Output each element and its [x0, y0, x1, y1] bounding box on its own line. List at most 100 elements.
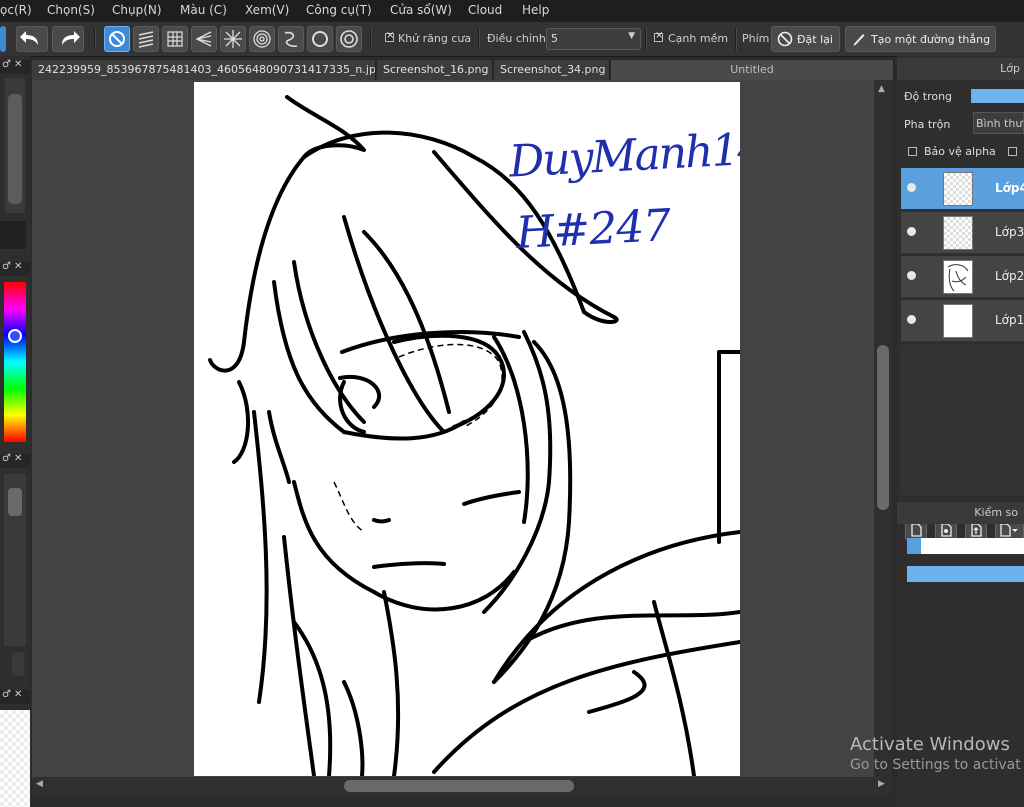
small-thumb[interactable] — [12, 652, 24, 676]
menu-bar: ọc(R) Chọn(S) Chụp(N) Màu (C) Xem(V) Côn… — [0, 0, 1024, 23]
protect-alpha-label: Bảo vệ alpha — [924, 145, 996, 158]
adjust-value: 5 — [551, 32, 558, 45]
menu-view[interactable]: Xem(V) — [245, 3, 289, 17]
circle-icon — [312, 31, 328, 47]
tab-document[interactable]: 242239959_853967875481403_46056480907314… — [32, 60, 376, 80]
layer-name: Lớp3 — [995, 225, 1024, 239]
menu-select[interactable]: Chọn(S) — [47, 3, 95, 17]
snap-parallel-button[interactable] — [133, 26, 159, 52]
undo-button[interactable] — [16, 26, 48, 52]
close-icon[interactable]: ✕ — [14, 261, 22, 272]
snap-off-button[interactable] — [104, 26, 130, 52]
soft-edge-checkbox[interactable] — [654, 30, 663, 42]
redo-button[interactable] — [52, 26, 84, 52]
layers-panel-title: Lớp — [897, 58, 1024, 80]
menu-capture[interactable]: Chụp(N) — [112, 3, 162, 17]
snap-grid-button[interactable] — [162, 26, 188, 52]
layer-thumbnail — [943, 260, 973, 294]
pin-icon[interactable]: ♂ — [2, 261, 11, 272]
pin-icon[interactable]: ♂ — [2, 453, 11, 464]
tab-document[interactable]: Screenshot_34.png — [494, 60, 610, 80]
snap-concentric-button[interactable] — [249, 26, 275, 52]
make-line-label: Tạo một đường thẳng — [871, 33, 991, 46]
line-art-drawing — [208, 95, 740, 776]
tab-untitled[interactable]: Untitled — [611, 60, 894, 80]
panel-header: ♂ ✕ — [0, 453, 30, 468]
close-icon[interactable]: ✕ — [14, 689, 22, 700]
layers-list-empty-area — [901, 345, 1024, 495]
menu-tools[interactable]: Công cụ(T) — [306, 3, 372, 17]
redo-icon — [62, 31, 80, 45]
layer-row[interactable]: Lớp1 — [901, 300, 1024, 342]
vertical-scroll-thumb[interactable] — [877, 345, 889, 510]
toolbar-grip — [0, 26, 6, 52]
menu-cloud[interactable]: Cloud — [468, 3, 502, 17]
adjust-select[interactable]: 5 ▼ — [546, 28, 641, 50]
vertical-scrollbar[interactable]: ▲ — [874, 80, 892, 777]
undo-icon — [20, 31, 38, 45]
concentric-icon — [253, 30, 271, 48]
visibility-icon[interactable] — [907, 271, 916, 280]
hue-slider[interactable] — [4, 282, 26, 442]
reset-button[interactable]: Đặt lại — [771, 26, 840, 52]
opacity-slider[interactable] — [971, 89, 1024, 103]
slider-thumb[interactable] — [8, 94, 22, 204]
scroll-right-icon[interactable]: ▶ — [878, 779, 885, 789]
windows-activation-watermark: Activate Windows Go to Settings to activ… — [850, 734, 1021, 773]
layer-name: Lớp1 — [995, 313, 1024, 327]
left-panel: ♂ ✕ ♂ ✕ ♂ ✕ ♂ ✕ — [0, 56, 30, 807]
reset-label: Đặt lại — [797, 33, 833, 46]
blend-label: Pha trộn — [904, 118, 951, 131]
layer-row[interactable]: Lớp3 — [901, 212, 1024, 254]
zoom-slider[interactable] — [907, 538, 1024, 554]
layer-name: Lớp2 — [995, 269, 1024, 283]
adjust-label: Điều chỉnh — [487, 32, 546, 45]
layer-thumbnail — [943, 304, 973, 338]
snap-curve-button[interactable] — [278, 26, 304, 52]
horizontal-scroll-thumb[interactable] — [344, 780, 574, 792]
scroll-slider[interactable] — [4, 474, 26, 646]
opacity-label: Độ trong — [904, 90, 953, 103]
brush-size-slider[interactable] — [5, 78, 25, 213]
rotation-slider[interactable] — [907, 566, 1024, 582]
menu-window[interactable]: Cửa sổ(W) — [390, 3, 452, 17]
horizontal-scrollbar[interactable]: ◀ ▶ — [32, 777, 892, 795]
make-line-button[interactable]: Tạo một đường thẳng — [845, 26, 996, 52]
blend-mode-select[interactable]: Bình thườ — [973, 112, 1024, 134]
navigator-panel-title: Kiểm so — [897, 502, 1024, 524]
visibility-icon[interactable] — [907, 227, 916, 236]
snap-circle-button[interactable] — [307, 26, 333, 52]
watermark-line-1: Activate Windows — [850, 734, 1010, 755]
drawing-canvas[interactable]: DuyManh14 H#247 — [194, 82, 740, 776]
hue-picker[interactable] — [8, 329, 22, 343]
visibility-icon[interactable] — [907, 183, 916, 192]
menu-help[interactable]: Help — [522, 3, 549, 17]
panel-header: ♂ ✕ — [0, 59, 30, 74]
layer-row[interactable]: Lớp2 — [901, 256, 1024, 298]
menu-file[interactable]: ọc(R) — [0, 3, 32, 17]
pin-icon[interactable]: ♂ — [2, 59, 11, 70]
antialias-checkbox[interactable] — [385, 30, 394, 42]
panel-header: ♂ ✕ — [0, 689, 30, 704]
pin-icon[interactable]: ♂ — [2, 689, 11, 700]
slider-thumb[interactable] — [8, 488, 22, 516]
tab-document[interactable]: Screenshot_16.png — [377, 60, 493, 80]
scroll-left-icon[interactable]: ◀ — [36, 779, 43, 789]
protect-alpha-checkbox[interactable] — [908, 147, 917, 156]
no-symbol-icon — [777, 31, 793, 47]
clipping-checkbox[interactable] — [1008, 147, 1017, 156]
layers-panel: Lớp Độ trong Pha trộn Bình thườ Bảo vệ a… — [897, 56, 1024, 807]
layer-row[interactable]: Lớp4 — [901, 168, 1024, 210]
snap-radial-button[interactable] — [220, 26, 246, 52]
snap-perspective-button[interactable] — [191, 26, 217, 52]
hatch-icon — [138, 31, 154, 48]
color-preview[interactable] — [0, 221, 26, 249]
watermark-line-2: Go to Settings to activat — [850, 757, 1021, 773]
close-icon[interactable]: ✕ — [14, 453, 22, 464]
ring-icon — [340, 30, 358, 48]
snap-ellipse-button[interactable] — [336, 26, 362, 52]
scroll-up-icon[interactable]: ▲ — [878, 84, 885, 94]
visibility-icon[interactable] — [907, 315, 916, 324]
menu-color[interactable]: Màu (C) — [180, 3, 227, 17]
close-icon[interactable]: ✕ — [14, 59, 22, 70]
